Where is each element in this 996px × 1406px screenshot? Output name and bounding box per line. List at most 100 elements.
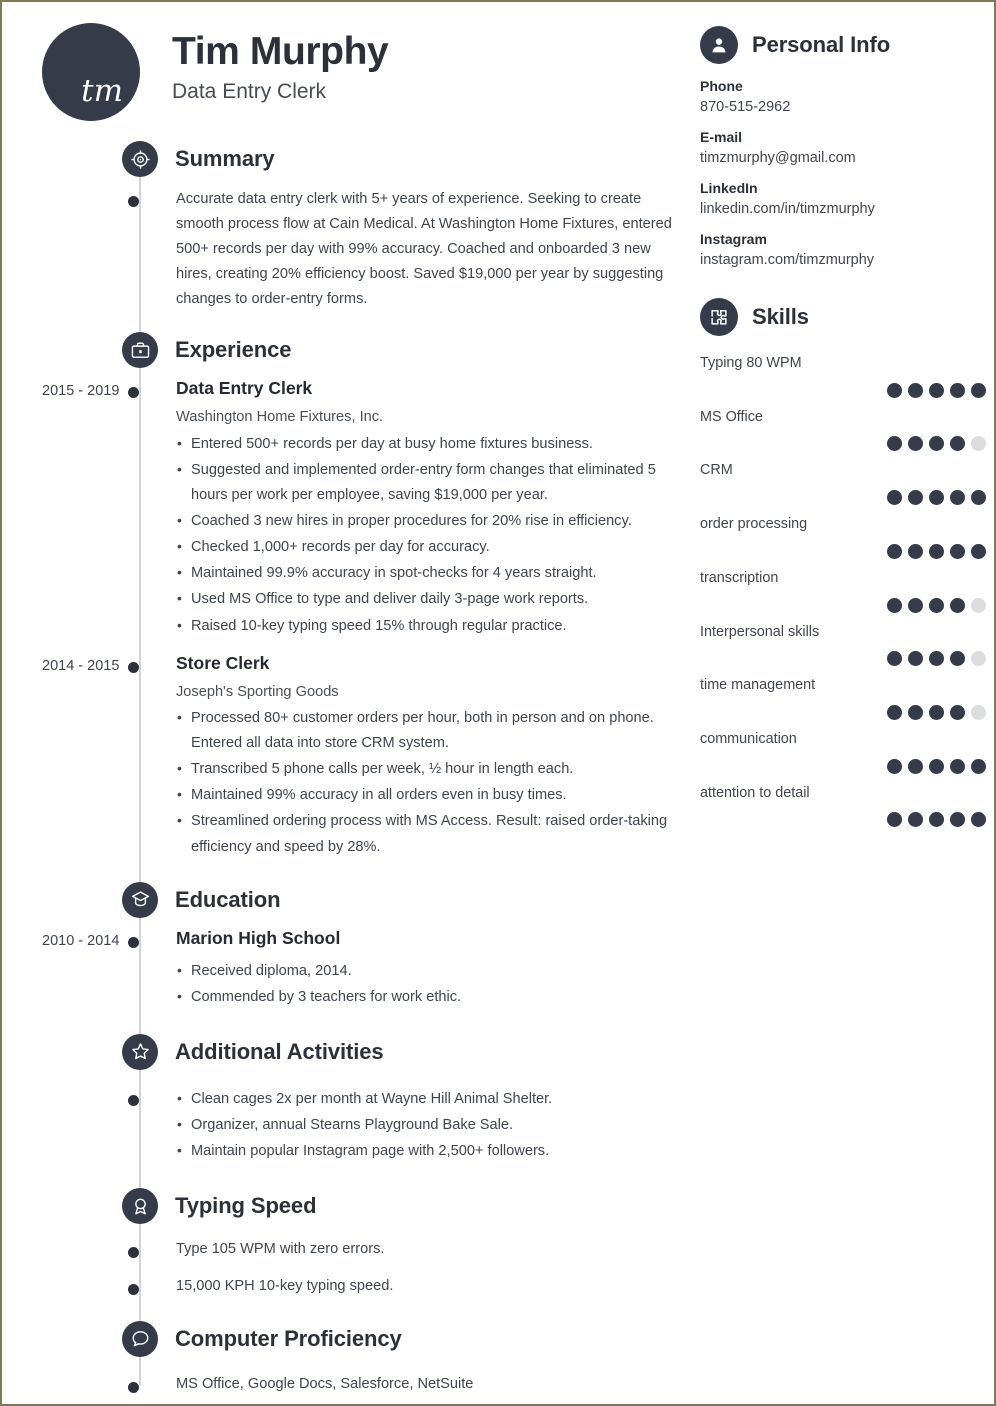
rating-dot-filled bbox=[950, 812, 965, 828]
section-title-personal-info: Personal Info bbox=[752, 32, 891, 57]
rating-dot-filled bbox=[929, 651, 944, 667]
target-icon bbox=[122, 141, 158, 177]
skill-name: attention to detail bbox=[700, 784, 810, 801]
section-title-typing-speed: Typing Speed bbox=[175, 1193, 317, 1219]
skills-list: Typing 80 WPM MS Office CRM order proces… bbox=[700, 354, 988, 828]
section-header-computer-proficiency: Computer Proficiency bbox=[12, 1320, 692, 1357]
rating-dot-filled bbox=[887, 543, 902, 559]
rating-dot-filled bbox=[929, 490, 944, 506]
list-item: Commended by 3 teachers for work ethic. bbox=[176, 984, 686, 1010]
timeline-bullet bbox=[124, 1086, 142, 1164]
rating-dot-filled bbox=[929, 758, 944, 774]
list-item: Used MS Office to type and deliver daily… bbox=[176, 586, 686, 612]
skill-name: CRM bbox=[700, 462, 733, 479]
entry-dates: 2015 - 2019 bbox=[42, 383, 120, 400]
cp-date-gutter bbox=[12, 1373, 124, 1396]
experience-entry: 2015 - 2019 Data Entry Clerk Washington … bbox=[12, 378, 692, 638]
info-field-email: E-mail timzmurphy@gmail.com bbox=[700, 129, 988, 166]
rating-dot-filled bbox=[887, 490, 902, 506]
skill-rating bbox=[700, 705, 988, 721]
rating-dot-filled bbox=[929, 812, 944, 828]
info-value[interactable]: linkedin.com/in/timzmurphy bbox=[700, 201, 988, 217]
rating-dot-filled bbox=[887, 651, 902, 667]
education-bullets: Received diploma, 2014. Commended by 3 t… bbox=[176, 958, 686, 1010]
skill-item: Interpersonal skills bbox=[700, 623, 988, 667]
graduation-cap-icon bbox=[122, 881, 158, 918]
rating-dot-empty bbox=[971, 705, 986, 721]
info-value[interactable]: timzmurphy@gmail.com bbox=[700, 150, 988, 166]
list-item: Raised 10-key typing speed 15% through r… bbox=[176, 613, 686, 639]
rating-dot-filled bbox=[887, 705, 902, 721]
list-item: Suggested and implemented order-entry fo… bbox=[176, 457, 686, 508]
rating-dot-filled bbox=[950, 382, 965, 398]
activities-date-gutter bbox=[12, 1086, 124, 1164]
puzzle-piece-icon bbox=[700, 298, 738, 336]
resume-sidebar: Personal Info Phone 870-515-2962 E-mail … bbox=[692, 20, 988, 1394]
skill-rating bbox=[700, 490, 988, 506]
skill-rating bbox=[700, 651, 988, 667]
resume-page: tm Tim Murphy Data Entry Clerk Summary A… bbox=[0, 0, 996, 1406]
list-item: Maintained 99.9% accuracy in spot-checks… bbox=[176, 560, 686, 586]
skill-name: transcription bbox=[700, 569, 779, 586]
rating-dot-filled bbox=[908, 382, 923, 398]
skill-rating bbox=[700, 382, 988, 398]
skill-item: CRM bbox=[700, 461, 988, 506]
section-title-computer-proficiency: Computer Proficiency bbox=[175, 1325, 402, 1351]
section-title-activities: Additional Activities bbox=[175, 1038, 384, 1064]
rating-dot-filled bbox=[950, 490, 965, 506]
rating-dot-filled bbox=[971, 543, 986, 559]
info-label: Phone bbox=[700, 78, 743, 94]
computer-proficiency-text: MS Office, Google Docs, Salesforce, NetS… bbox=[176, 1375, 474, 1392]
timeline-bullet bbox=[124, 1238, 142, 1261]
star-icon bbox=[122, 1033, 158, 1070]
speech-bubble-icon bbox=[122, 1320, 158, 1357]
rating-dot-filled bbox=[950, 651, 965, 667]
typing-speed-text: Type 105 WPM with zero errors. bbox=[176, 1241, 385, 1258]
list-item: Coached 3 new hires in proper procedures… bbox=[176, 508, 686, 534]
timeline-bullet bbox=[124, 187, 142, 312]
skill-name: communication bbox=[700, 731, 797, 748]
resume-main-column: tm Tim Murphy Data Entry Clerk Summary A… bbox=[12, 20, 692, 1394]
skill-name: MS Office bbox=[700, 408, 763, 425]
section-title-education: Education bbox=[175, 886, 281, 912]
section-header-skills: Skills bbox=[700, 298, 988, 336]
summary-entry: Accurate data entry clerk with 5+ years … bbox=[12, 187, 692, 312]
list-item: Maintain popular Instagram page with 2,5… bbox=[176, 1138, 686, 1164]
skill-rating bbox=[700, 597, 988, 613]
job-title: Store Clerk bbox=[176, 652, 270, 673]
avatar-monogram: tm bbox=[81, 73, 123, 109]
info-field-instagram: Instagram instagram.com/timzmurphy bbox=[700, 231, 988, 268]
rating-dot-filled bbox=[929, 705, 944, 721]
timeline-bullet bbox=[124, 1373, 142, 1396]
skill-item: Typing 80 WPM bbox=[700, 354, 988, 398]
rating-dot-filled bbox=[971, 812, 986, 828]
list-item: Received diploma, 2014. bbox=[176, 958, 686, 984]
entry-dates: 2010 - 2014 bbox=[42, 932, 120, 949]
list-item: Entered 500+ records per day at busy hom… bbox=[176, 431, 686, 457]
skill-rating bbox=[700, 812, 988, 828]
school-name: Marion High School bbox=[176, 927, 341, 948]
candidate-name: Tim Murphy bbox=[172, 30, 389, 73]
job-bullets: Entered 500+ records per day at busy hom… bbox=[176, 431, 686, 639]
info-field-linkedin: LinkedIn linkedin.com/in/timzmurphy bbox=[700, 180, 988, 217]
rating-dot-filled bbox=[908, 758, 923, 774]
skill-item: transcription bbox=[700, 569, 988, 613]
section-title-summary: Summary bbox=[175, 146, 275, 171]
list-item: Organizer, annual Stearns Playground Bak… bbox=[176, 1112, 686, 1138]
award-ribbon-icon bbox=[122, 1188, 158, 1225]
list-item: Clean cages 2x per month at Wayne Hill A… bbox=[176, 1086, 686, 1112]
rating-dot-filled bbox=[971, 490, 986, 506]
rating-dot-filled bbox=[950, 705, 965, 721]
info-label: LinkedIn bbox=[700, 180, 758, 196]
briefcase-icon bbox=[122, 332, 158, 369]
info-value[interactable]: 870-515-2962 bbox=[700, 99, 988, 115]
typing-speed-line: Type 105 WPM with zero errors. bbox=[12, 1238, 692, 1261]
person-icon bbox=[700, 26, 738, 64]
rating-dot-empty bbox=[971, 436, 986, 452]
skill-name: Interpersonal skills bbox=[700, 623, 820, 640]
entry-dates: 2014 - 2015 bbox=[42, 657, 120, 674]
typing-speed-text: 15,000 KPH 10-key typing speed. bbox=[176, 1278, 394, 1295]
rating-dot-filled bbox=[971, 382, 986, 398]
summary-date-gutter bbox=[12, 187, 124, 312]
info-value[interactable]: instagram.com/timzmurphy bbox=[700, 252, 988, 268]
